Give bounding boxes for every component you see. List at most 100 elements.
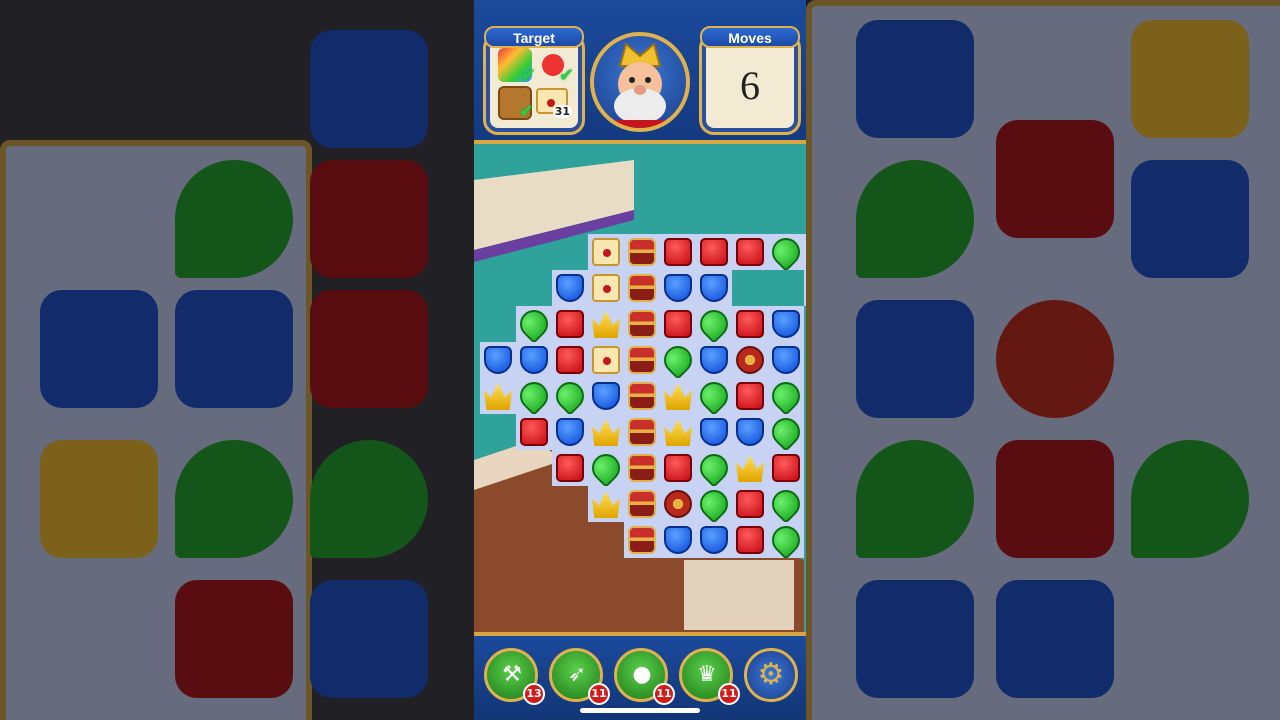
board-cell[interactable]	[694, 484, 734, 524]
red-piece	[700, 238, 728, 266]
bg-red-tile	[996, 120, 1114, 238]
board-cell[interactable]	[480, 342, 516, 378]
board-cell[interactable]	[660, 378, 696, 414]
board-cell[interactable]	[624, 414, 660, 450]
board-cell[interactable]	[768, 342, 804, 378]
red-piece	[664, 310, 692, 338]
board-cell[interactable]	[804, 234, 806, 270]
board-cell[interactable]	[696, 342, 732, 378]
home-indicator	[580, 708, 700, 713]
board-cell[interactable]	[624, 450, 660, 486]
board-cell[interactable]	[732, 486, 768, 522]
board-cell[interactable]	[624, 234, 660, 270]
board-cell[interactable]	[660, 522, 696, 558]
red-piece	[736, 490, 764, 518]
board-cell[interactable]	[660, 414, 696, 450]
board-cell[interactable]	[514, 304, 554, 344]
booster-count: 13	[523, 683, 545, 705]
board-cell[interactable]	[624, 270, 660, 306]
red-piece	[556, 346, 584, 374]
bg-blue-tile	[996, 580, 1114, 698]
board-cell[interactable]	[552, 342, 588, 378]
chest-piece	[628, 346, 656, 374]
board-cell[interactable]	[766, 376, 806, 416]
board-cell[interactable]	[550, 376, 590, 416]
wood-box-goal: ✔	[498, 86, 534, 122]
board-cell[interactable]	[552, 414, 588, 450]
game-screen: Target ✔ ✔ ✔ 31 Moves 6 ⚒ 13 ➶ 11 ● 11 ♛…	[474, 0, 806, 720]
board-cell[interactable]	[660, 486, 696, 522]
board-cell[interactable]	[552, 270, 588, 306]
board-cell[interactable]	[480, 378, 516, 414]
blue-piece	[700, 346, 728, 374]
board-cell[interactable]	[694, 304, 734, 344]
board-cell[interactable]	[694, 376, 734, 416]
yellow-piece	[664, 383, 692, 410]
board-cell[interactable]	[696, 522, 732, 558]
board-cell[interactable]	[660, 450, 696, 486]
board-cell[interactable]	[696, 270, 732, 306]
red-piece	[556, 454, 584, 482]
board-cell[interactable]	[516, 414, 552, 450]
rainbow-block-goal: ✔	[498, 48, 536, 86]
jester-booster[interactable]: ♛ 11	[679, 648, 740, 705]
board-cell[interactable]	[588, 270, 624, 306]
board-cell[interactable]	[694, 448, 734, 488]
board-cell[interactable]	[768, 450, 804, 486]
bg-red-tile	[996, 440, 1114, 558]
board-cell[interactable]	[696, 414, 732, 450]
board-cell[interactable]	[768, 306, 804, 342]
letter-piece	[592, 274, 620, 302]
board-cell[interactable]	[624, 306, 660, 342]
arrow-booster[interactable]: ➶ 11	[549, 648, 610, 705]
board-cell[interactable]	[624, 378, 660, 414]
letter-goal-count: 31	[552, 105, 572, 118]
bg-green-tile	[856, 160, 974, 278]
board-cell[interactable]	[766, 232, 806, 272]
board-cell[interactable]	[732, 450, 768, 486]
board-cell[interactable]	[588, 234, 624, 270]
yellow-piece	[736, 455, 764, 482]
green-piece	[766, 376, 806, 416]
board-cell[interactable]	[514, 376, 554, 416]
board-cell[interactable]	[660, 270, 696, 306]
board-cell[interactable]	[766, 484, 806, 524]
booster-count: 11	[718, 683, 740, 705]
board-cell[interactable]	[732, 522, 768, 558]
board-cell[interactable]	[658, 340, 698, 380]
board-cell[interactable]	[552, 306, 588, 342]
green-piece	[514, 304, 554, 344]
hammer-booster[interactable]: ⚒ 13	[484, 648, 545, 705]
board-cell[interactable]	[660, 306, 696, 342]
tnt-piece	[664, 490, 692, 518]
board-cell[interactable]	[624, 522, 660, 558]
board-cell[interactable]	[552, 450, 588, 486]
board-cell[interactable]	[766, 520, 806, 560]
board-cell[interactable]	[732, 342, 768, 378]
board-cell[interactable]	[588, 486, 624, 522]
bg-blue-tile	[1131, 160, 1249, 278]
bg-blue-tile	[40, 290, 158, 408]
board-cell[interactable]	[588, 414, 624, 450]
board-cell[interactable]	[696, 234, 732, 270]
board-cell[interactable]	[732, 234, 768, 270]
board-cell[interactable]	[588, 306, 624, 342]
board-cell[interactable]	[624, 342, 660, 378]
board-cell[interactable]	[766, 412, 806, 452]
board-cell[interactable]	[804, 270, 806, 306]
blue-piece	[664, 274, 692, 302]
cannon-booster[interactable]: ● 11	[614, 648, 675, 705]
board-cell[interactable]	[732, 378, 768, 414]
board-cell[interactable]	[732, 414, 768, 450]
board-cell[interactable]	[588, 342, 624, 378]
bg-blue-tile	[856, 20, 974, 138]
settings-button[interactable]: ⚙	[744, 648, 798, 702]
board-cell[interactable]	[660, 234, 696, 270]
background-right	[806, 0, 1280, 720]
board-cell[interactable]	[516, 342, 552, 378]
board-cell[interactable]	[624, 486, 660, 522]
board-cell[interactable]	[586, 448, 626, 488]
board-cell[interactable]	[732, 306, 768, 342]
board-cell[interactable]	[588, 378, 624, 414]
yellow-piece	[484, 383, 512, 410]
